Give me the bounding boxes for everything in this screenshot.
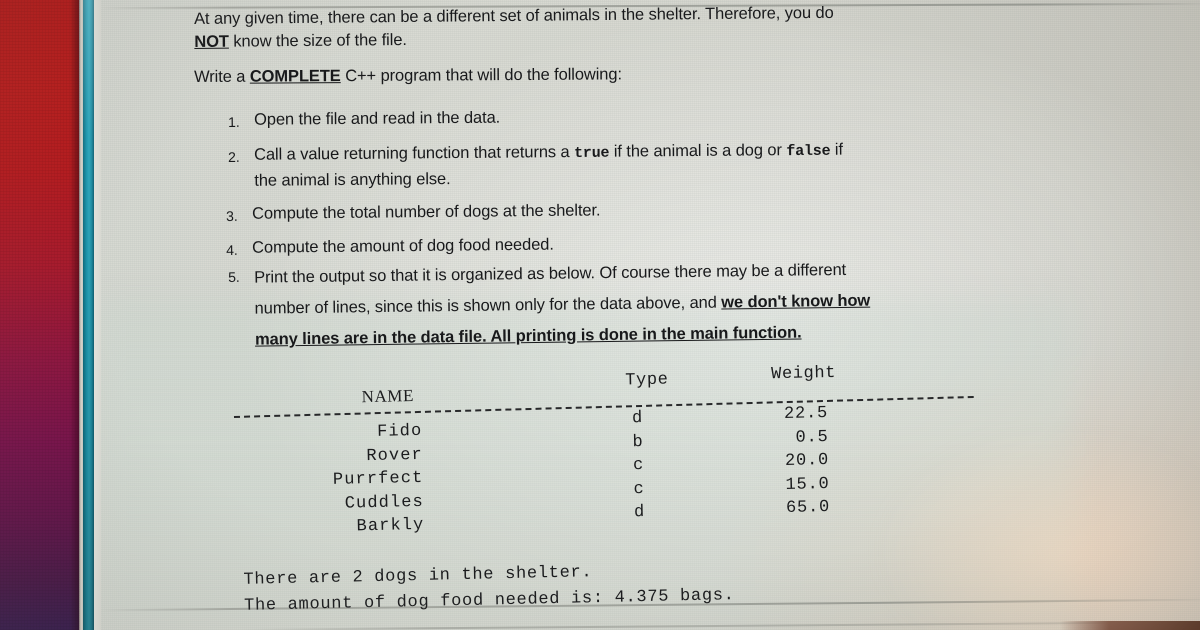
- list-item-4-text: Compute the amount of dog food needed.: [252, 235, 554, 257]
- list-item-5-emphasis-a: we don't know how: [721, 291, 871, 312]
- cell-animal-type: d: [631, 409, 643, 429]
- list-item-3-number: 3.: [226, 207, 238, 224]
- cell-animal-name: Cuddles: [344, 492, 425, 514]
- list-item-5-emphasis-b: many lines are in the data file. All pri…: [254, 323, 802, 349]
- list-item-5: 5. Print the output so that it is organi…: [228, 255, 871, 356]
- column-header-name: NAME: [361, 386, 415, 407]
- screenshot-root: At any given time, there can be a differ…: [0, 0, 1200, 630]
- output-row-list: Fido d 22.5 Rover b 0.5 Purrfect c 20.0 Cuddles c 1…: [234, 404, 976, 544]
- cell-animal-type: d: [633, 503, 645, 523]
- cell-animal-weight: 15.0: [785, 474, 830, 495]
- intro-emphasis-not: NOT: [194, 32, 229, 51]
- list-item-2-part-c: if: [830, 140, 843, 159]
- summary-lines: There are 2 dogs in the shelter. The amo…: [243, 557, 735, 620]
- cell-animal-weight: 22.5: [783, 404, 829, 424]
- directive-emphasis-complete: COMPLETE: [249, 67, 341, 86]
- cell-animal-name: Barkly: [356, 515, 425, 537]
- directive-before: Write a: [194, 67, 250, 86]
- code-literal-false: false: [786, 142, 831, 161]
- intro-line-1: At any given time, there can be a differ…: [194, 3, 834, 28]
- list-item-3-text: Compute the total number of dogs at the …: [252, 201, 601, 223]
- list-item-5-text: Print the output so that it is organized…: [254, 255, 871, 356]
- list-item-3: 3. Compute the total number of dogs at t…: [226, 198, 601, 227]
- list-item-1-number: 1.: [228, 113, 240, 130]
- directive-line: Write a COMPLETE C++ program that will d…: [194, 63, 622, 89]
- cell-animal-type: c: [633, 479, 644, 499]
- directive-after: C++ program that will do the following:: [340, 65, 622, 86]
- cell-animal-weight: 20.0: [784, 451, 830, 471]
- list-item-1: 1. Open the file and read in the data.: [228, 106, 500, 133]
- summary-line-2: The amount of dog food needed is: 4.375 …: [243, 586, 735, 616]
- list-item-2-part-b: if the animal is a dog or: [609, 141, 787, 161]
- list-item-1-text: Open the file and read in the data.: [254, 108, 501, 129]
- list-item-5-number: 5.: [228, 268, 240, 285]
- list-item-2: 2. Call a value returning function that …: [228, 138, 843, 194]
- list-item-5-line-2-plain: number of lines, since this is shown onl…: [254, 293, 722, 318]
- intro-paragraph: At any given time, there can be a differ…: [194, 2, 834, 54]
- console-output-block: NAME Type Weight Fido d 22.5 Rover b 0.5 Purrf…: [233, 355, 998, 622]
- code-literal-true: true: [574, 144, 610, 162]
- document-body: At any given time, there can be a differ…: [0, 0, 1200, 630]
- list-item-2-text: Call a value returning function that ret…: [254, 138, 843, 194]
- cell-animal-name: Purrfect: [332, 468, 424, 490]
- list-item-2-line-2: the animal is anything else.: [254, 170, 451, 190]
- cell-animal-name: Fido: [376, 421, 423, 442]
- cell-animal-name: Rover: [366, 445, 424, 466]
- intro-line-2-rest: know the size of the file.: [228, 30, 407, 51]
- cell-animal-weight: 65.0: [785, 498, 831, 518]
- column-header-weight: Weight: [770, 363, 837, 385]
- list-item-4-number: 4.: [226, 241, 238, 258]
- cell-animal-weight: 0.5: [795, 427, 829, 448]
- summary-line-1: There are 2 dogs in the shelter.: [243, 563, 593, 590]
- cell-animal-type: c: [632, 456, 644, 476]
- list-item-2-number: 2.: [228, 148, 240, 165]
- list-item-2-part-a: Call a value returning function that ret…: [254, 142, 575, 164]
- list-item-5-line-1: Print the output so that it is organized…: [254, 260, 847, 287]
- cell-animal-type: b: [632, 432, 643, 452]
- column-header-type: Type: [625, 370, 669, 391]
- list-item-4: 4. Compute the amount of dog food needed…: [226, 233, 554, 261]
